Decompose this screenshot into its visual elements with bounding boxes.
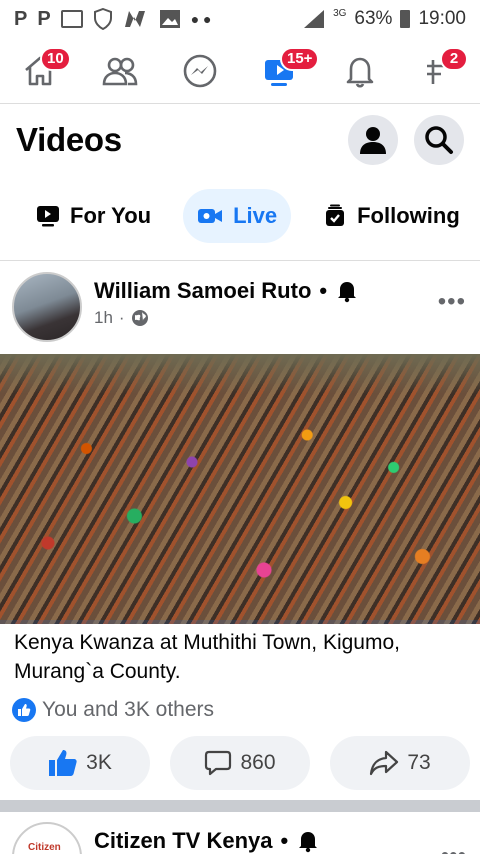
post-caption: Kenya Kwanza at Muthithi Town, Kigumo, M… xyxy=(14,631,400,683)
gmail-icon xyxy=(60,10,83,28)
image-icon xyxy=(159,10,180,28)
post-meta: 1h · xyxy=(94,308,149,328)
friends-icon xyxy=(102,57,138,85)
more-options-button[interactable]: ••• xyxy=(438,288,466,316)
comment-count: 860 xyxy=(240,751,276,774)
home-badge: 10 xyxy=(40,46,71,71)
live-video-player[interactable] xyxy=(0,354,480,624)
post-header: William Samoei Ruto • 1h · ••• xyxy=(0,270,480,348)
clock: 19:00 xyxy=(418,8,466,29)
shield-icon xyxy=(93,8,112,30)
battery-percent: 63% xyxy=(354,8,393,29)
feed-separator xyxy=(0,800,480,812)
p-app-icon: P xyxy=(37,7,51,30)
tab-label: For You xyxy=(70,203,152,228)
network-type: 3G xyxy=(333,7,347,19)
share-icon xyxy=(370,750,399,776)
nav-notifications[interactable] xyxy=(330,43,390,99)
like-count: 3K xyxy=(86,751,112,774)
tab-label: Live xyxy=(233,203,278,228)
post-actions: 3K 860 73 xyxy=(10,736,470,790)
play-screen-icon xyxy=(37,206,59,227)
tab-live[interactable]: Live xyxy=(183,189,292,243)
messenger-icon xyxy=(183,54,217,87)
signal-icon xyxy=(304,10,325,28)
bell-icon[interactable] xyxy=(335,279,359,303)
separator-dot: • xyxy=(319,278,328,303)
profile-button[interactable] xyxy=(348,115,398,165)
meta-sep: · xyxy=(118,308,125,327)
tab-label: Following xyxy=(357,203,460,228)
following-icon xyxy=(326,204,345,226)
tab-for-you[interactable]: For You xyxy=(22,189,165,243)
nav-watch[interactable]: 15+ xyxy=(250,43,320,99)
reactions-text: You and 3K others xyxy=(42,698,215,721)
author-name[interactable]: William Samoei Ruto xyxy=(94,278,311,304)
separator-dot: • xyxy=(280,828,289,853)
author-name[interactable]: Citizen TV Kenya xyxy=(94,828,272,854)
bell-icon[interactable] xyxy=(296,829,320,853)
author-row: William Samoei Ruto • xyxy=(94,278,359,304)
thumbs-up-icon xyxy=(49,750,77,776)
share-count: 73 xyxy=(407,751,431,774)
author-row: Citizen TV Kenya • xyxy=(94,828,320,854)
nav-messenger[interactable] xyxy=(170,43,230,99)
search-button[interactable] xyxy=(414,115,464,165)
status-bar: P P ● ● 3G 63% 19:00 xyxy=(0,0,480,38)
comment-icon xyxy=(205,750,232,776)
post-time[interactable]: 1h xyxy=(94,308,113,328)
bell-icon xyxy=(346,57,374,88)
like-reaction-icon xyxy=(12,698,36,722)
tab-following[interactable]: Following xyxy=(309,189,474,243)
watch-badge: 15+ xyxy=(280,46,320,71)
video-tabs: For You Live Following xyxy=(0,188,480,244)
divider xyxy=(0,260,480,261)
n-app-icon xyxy=(124,11,145,27)
battery-icon xyxy=(400,10,411,28)
page-header: Videos xyxy=(0,110,480,170)
nav-friends[interactable] xyxy=(90,43,150,99)
share-button[interactable]: 73 xyxy=(330,736,470,790)
comment-button[interactable]: 860 xyxy=(170,736,310,790)
globe-icon xyxy=(131,310,148,326)
avatar-logo-text: Citizen xyxy=(28,842,61,853)
nav-home[interactable]: 10 xyxy=(10,43,71,99)
reactions-summary[interactable]: You and 3K others xyxy=(12,698,214,722)
author-avatar[interactable]: Citizen xyxy=(12,822,82,854)
p-app-icon: P xyxy=(14,7,28,30)
more-options-button[interactable]: ••• xyxy=(441,842,466,854)
like-button[interactable]: 3K xyxy=(10,736,150,790)
author-avatar[interactable] xyxy=(12,272,82,342)
top-nav: 10 15+ 2 xyxy=(0,38,480,104)
menu-badge: 2 xyxy=(440,46,468,71)
person-icon xyxy=(360,127,386,154)
page-title: Videos xyxy=(16,121,122,158)
search-icon xyxy=(425,126,453,154)
live-camera-icon xyxy=(198,209,223,223)
more-notifications-icon: ● ● xyxy=(190,11,212,27)
next-post-header: Citizen Citizen TV Kenya • ••• xyxy=(0,818,480,854)
nav-menu[interactable]: 2 xyxy=(410,43,470,99)
